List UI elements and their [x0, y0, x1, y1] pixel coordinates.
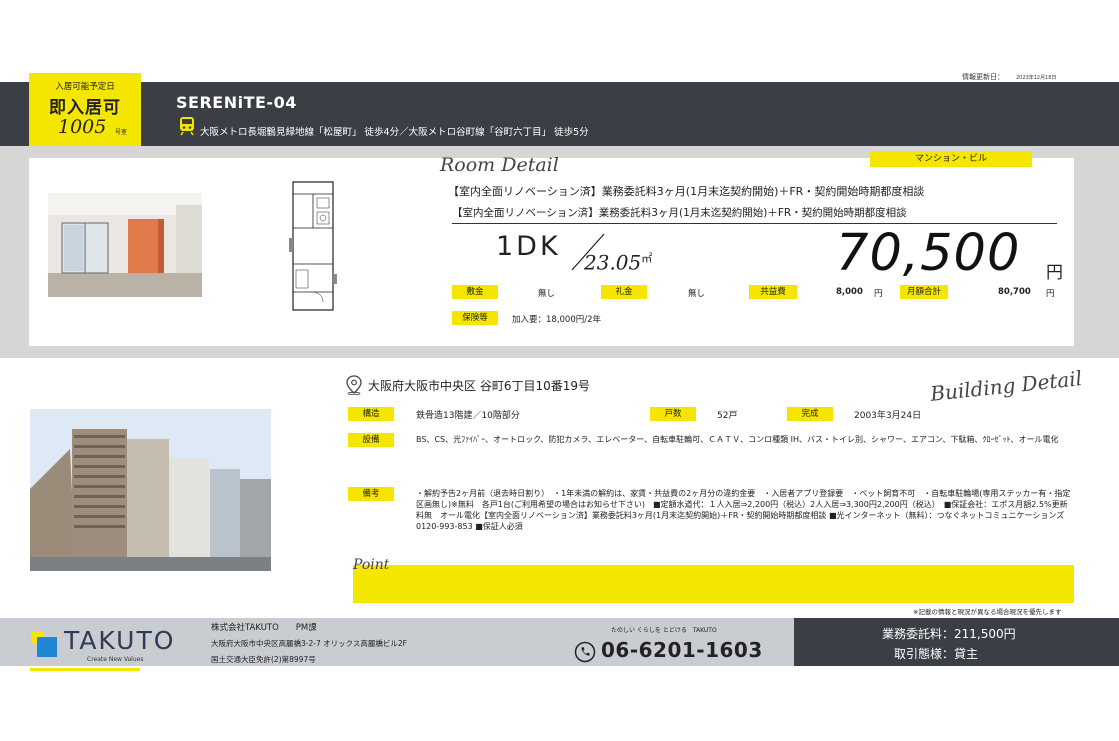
room-area: 23.05㎡ [584, 250, 652, 275]
rent-unit: 円 [1046, 263, 1063, 283]
area-unit: ㎡ [641, 252, 653, 265]
rent-amount: 70,500 [836, 224, 1021, 283]
common-fee-value: 8,000 [836, 287, 863, 297]
floor-plan [289, 181, 337, 311]
property-name: SERENiTE-04 [176, 93, 297, 112]
room-photo [48, 193, 202, 297]
disclaimer: ※記載の情報と現況が異なる場合現況を優先します [913, 608, 1062, 616]
key-money-value: 無し [688, 289, 706, 299]
company-name: 株式会社TAKUTO PM課 [211, 623, 317, 633]
room-suffix: 号室 [115, 129, 128, 136]
catch-copy-2: 【室内全面リノベーション済】業務委託料3ヶ月(1月末迄契約開始)＋FR・契約開始… [452, 205, 1057, 224]
facilities-tag: 設備 [348, 433, 394, 447]
badge-status: 即入居可 [49, 98, 121, 118]
station-access: 大阪メトロ長堀鶴見緑地線「松屋町」 徒歩4分／大阪メトロ谷町線「谷町六丁目」 徒… [200, 127, 589, 138]
structure-value: 鉄骨造13階建／10階部分 [416, 411, 520, 421]
takuto-logo-mark-icon [31, 631, 57, 657]
common-fee-tag: 共益費 [749, 285, 797, 299]
room-number: 1005 [58, 116, 107, 138]
monthly-total-tag: 月額合計 [900, 285, 948, 299]
update-date: 2023年12月18日 [1016, 75, 1057, 81]
logo-tagline: Create New Values [87, 656, 144, 663]
common-fee-unit: 円 [874, 289, 883, 299]
room-detail-title: Room Detail [440, 154, 559, 176]
area-value: 23.05 [584, 250, 642, 275]
built-value: 2003年3月24日 [854, 411, 922, 421]
units-tag: 戸数 [650, 407, 696, 421]
company-address: 大阪府大阪市中央区高麗橋3-2-7 オリックス高麗橋ビル2F [211, 639, 407, 648]
license-number: 国土交通大臣免許(2)第8997号 [211, 655, 316, 664]
facilities-value: BS、CS、光ﾌｧｲﾊﾞｰ、オートロック、防犯カメラ、エレベーター、自転車駐輪可… [416, 435, 1059, 444]
notes-value: ・解約予告2ヶ月前（退去時日割り） ・1年未満の解約は、家賃・共益費の2ヶ月分の… [416, 489, 1073, 531]
update-label: 情報更新日： [962, 73, 1004, 81]
deposit-tag: 敷金 [452, 285, 498, 299]
monthly-total-unit: 円 [1046, 289, 1055, 299]
monthly-total-value: 80,700 [998, 287, 1031, 297]
commission-fee: 業務委託料：211,500円 [882, 627, 1016, 641]
update-info: 情報更新日： 2023年12月18日 [962, 72, 1056, 82]
building-photo [30, 409, 271, 571]
building-detail-title: Building Detail [929, 366, 1084, 406]
phone-icon [574, 641, 596, 663]
room-layout: 1DK [496, 231, 561, 262]
point-label: Point [353, 557, 390, 573]
deposit-value: 無し [538, 289, 556, 299]
logo-underline [30, 668, 140, 671]
point-box [353, 565, 1074, 603]
units-value: 52戸 [717, 411, 738, 421]
structure-tag: 構造 [348, 407, 394, 421]
building-type-tag: マンション・ビル [870, 151, 1032, 167]
catch-copy-1: 【室内全面リノベーション済】業務委託料3ヶ月(1月末迄契約開始)＋FR・契約開始… [448, 185, 925, 198]
badge-label: 入居可能予定日 [55, 82, 115, 92]
property-address: 大阪府大阪市中央区 谷町6丁目10番19号 [368, 379, 590, 393]
insurance-value: 加入要：18,000円/2年 [512, 315, 602, 325]
location-pin-icon [346, 375, 362, 395]
insurance-tag: 保険等 [452, 311, 498, 325]
built-tag: 完成 [787, 407, 833, 421]
key-money-tag: 礼金 [601, 285, 647, 299]
notes-tag: 備考 [348, 487, 394, 501]
slogan: たのしい くらしを とどける TAKUTO [611, 627, 717, 634]
phone-number[interactable]: 06-6201-1603 [601, 638, 763, 662]
deal-type: 取引態様：貸主 [894, 647, 979, 661]
company-logo-text: TAKUTO [64, 626, 176, 655]
train-icon [180, 117, 194, 136]
